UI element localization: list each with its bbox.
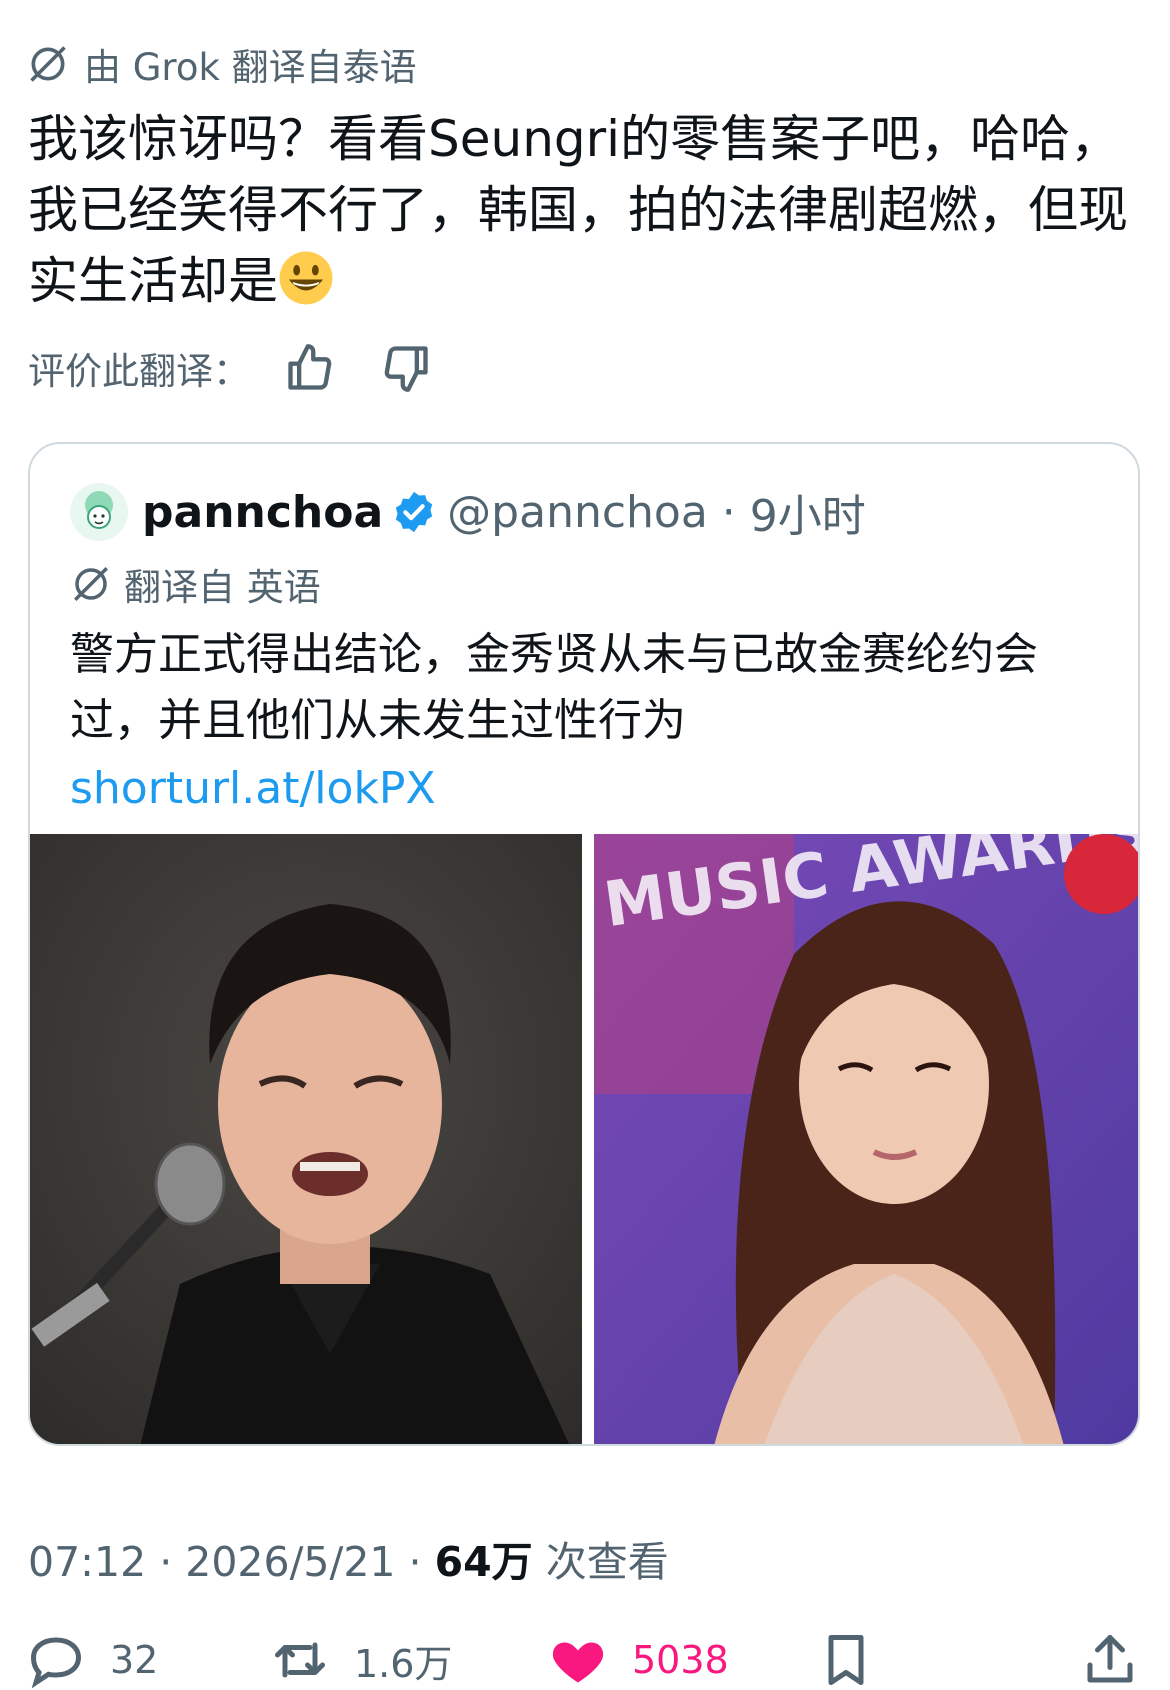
separator-dot: ·: [146, 1538, 186, 1586]
verified-badge-icon: [395, 491, 433, 533]
translation-header: 由 Grok 翻译自泰语: [26, 36, 417, 92]
avatar[interactable]: [70, 483, 128, 541]
views-label-spacer: [533, 1538, 546, 1586]
tweet-text-body: 我该惊讶吗？看看Seungri的零售案子吧，哈哈，我已经笑得不行了，韩国，拍的法…: [28, 110, 1128, 310]
translate-icon: [74, 567, 108, 601]
thumbs-down-icon[interactable]: [380, 342, 432, 394]
quoted-tweet-time[interactable]: 9小时: [750, 480, 866, 544]
quoted-translation-label: 翻译自 英语: [124, 566, 321, 609]
action-bar: 32 1.6万 5038: [0, 1620, 1170, 1689]
separator-dot: ·: [395, 1538, 435, 1586]
retweet-count: 1.6万: [354, 1641, 453, 1686]
bookmark-icon: [828, 1635, 864, 1685]
tweet-date[interactable]: 2026/5/21: [185, 1538, 395, 1586]
views-count: 64万: [434, 1538, 533, 1586]
quoted-tweet-text: 警方正式得出结论，金秀贤从未与已故金赛纶约会过，并且他们从未发生过性行为: [70, 629, 1038, 746]
quoted-author-name[interactable]: pannchoa: [142, 487, 383, 538]
quoted-tweet-card[interactable]: pannchoa @pannchoa · 9小时 翻译自 英语 警方正式得出结论…: [28, 442, 1140, 1446]
separator-dot: ·: [707, 486, 750, 538]
quoted-translation-header: 翻译自 英语: [70, 556, 321, 612]
share-icon: [1087, 1635, 1133, 1683]
grinning-face-emoji-icon: [279, 251, 333, 305]
retweet-button[interactable]: 1.6万: [270, 1630, 452, 1690]
views-label: 次查看: [545, 1538, 669, 1586]
thumbs-up-icon[interactable]: [284, 342, 336, 394]
quoted-author-handle[interactable]: @pannchoa: [447, 487, 708, 538]
reply-count: 32: [110, 1638, 159, 1682]
rate-translation: 评价此翻译：: [28, 340, 432, 396]
man-at-microphone-photo: [30, 834, 582, 1444]
heart-filled-icon: [552, 1642, 604, 1683]
quoted-tweet-header: pannchoa @pannchoa · 9小时: [70, 480, 866, 544]
tweet-text: 我该惊讶吗？看看Seungri的零售案子吧，哈哈，我已经笑得不行了，韩国，拍的法…: [28, 104, 1138, 317]
retweet-icon: [275, 1642, 325, 1678]
translation-label: 由 Grok 翻译自泰语: [84, 46, 417, 89]
media-photo-right[interactable]: MUSIC AWARDS: [594, 834, 1138, 1444]
tweet-meta: 07:12 · 2026/5/21 · 64万 次查看: [28, 1528, 669, 1588]
share-button[interactable]: [1080, 1630, 1164, 1690]
tweet-time[interactable]: 07:12: [28, 1538, 146, 1586]
rate-label: 评价此翻译：: [28, 350, 250, 393]
sheep-avatar-icon: [70, 483, 128, 541]
reply-button[interactable]: 32: [26, 1630, 158, 1690]
like-count: 5038: [632, 1638, 729, 1682]
like-button[interactable]: 5038: [548, 1630, 729, 1690]
media-photo-left[interactable]: [30, 834, 582, 1444]
quoted-tweet-link[interactable]: shorturl.at/lokPX: [70, 756, 436, 822]
translate-icon: [30, 46, 66, 82]
reply-icon: [30, 1637, 82, 1689]
bookmark-button[interactable]: [816, 1630, 900, 1690]
woman-at-awards-photo: MUSIC AWARDS: [594, 834, 1138, 1444]
